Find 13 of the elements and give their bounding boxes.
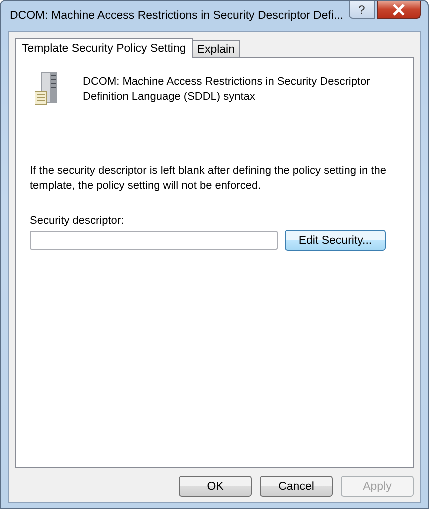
policy-name: DCOM: Machine Access Restrictions in Security Descriptor Definition Language (SDDL) syntax	[83, 75, 372, 105]
dialog-button[interactable]: Cancel	[260, 476, 333, 497]
description-text: If the security descriptor is left blank after defining the policy setting in the template, the policy setting will not be enforced.	[30, 164, 388, 194]
security-descriptor-field[interactable]	[30, 231, 278, 250]
tab[interactable]: Template Security Policy Setting	[15, 38, 194, 58]
edit-security-button[interactable]: Edit Security...	[285, 230, 386, 251]
window-title: DCOM: Machine Access Restrictions in Security Descriptor Defi...	[9, 10, 341, 22]
close-button[interactable]	[377, 1, 421, 19]
field-label: Security descriptor:	[30, 215, 126, 227]
dialog-button[interactable]: OK	[179, 476, 252, 497]
help-button[interactable]: ?	[349, 1, 375, 19]
close-icon	[392, 4, 406, 16]
tab[interactable]: Explain	[192, 40, 240, 57]
